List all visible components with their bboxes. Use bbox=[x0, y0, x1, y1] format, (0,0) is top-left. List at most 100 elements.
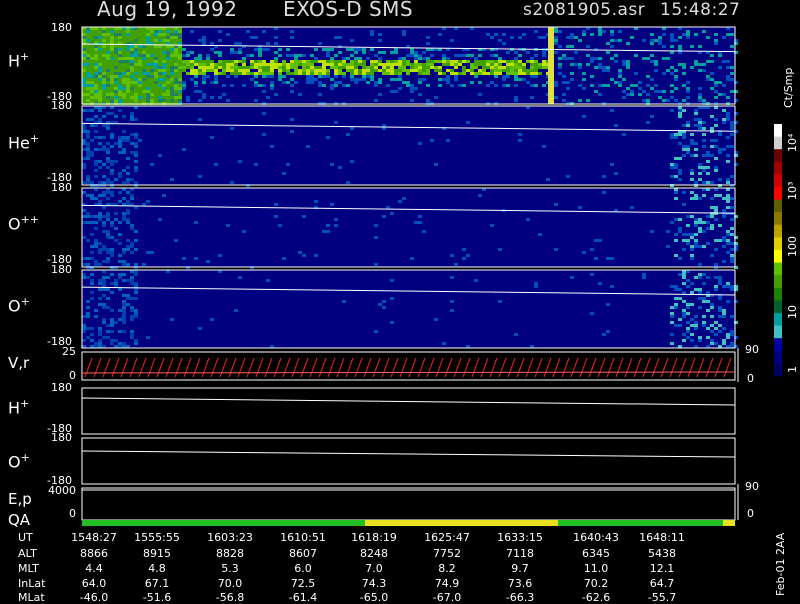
vr-panel-frame bbox=[81, 351, 736, 381]
panel-label-o-plus-plus: O++ bbox=[8, 213, 40, 234]
table-cell: 1625:47 bbox=[424, 531, 470, 544]
table-cell: 1610:51 bbox=[280, 531, 326, 544]
qa-caution-segment-2 bbox=[723, 520, 735, 526]
colorbar-tick-10e4: 10⁴ bbox=[786, 133, 799, 152]
vr-right-tick-top: 90 bbox=[745, 343, 759, 356]
table-cell: 72.5 bbox=[290, 577, 316, 590]
colorbar-swatch bbox=[774, 124, 782, 138]
colorbar-swatch bbox=[774, 212, 782, 226]
ep-panel-label: E,p bbox=[8, 490, 32, 508]
table-cell: 7118 bbox=[506, 547, 534, 560]
table-cell: 64.7 bbox=[649, 577, 675, 590]
colorbar-tick-1: 1 bbox=[786, 366, 799, 373]
colorbar-title: Ct/Smp bbox=[782, 67, 795, 108]
table-cell: -66.3 bbox=[505, 591, 535, 604]
row-label-inlat: InLat bbox=[18, 577, 46, 590]
colorbar-tick-10: 10 bbox=[786, 305, 799, 319]
qa-panel-label: QA bbox=[8, 511, 31, 529]
colorbar-swatch bbox=[774, 338, 782, 352]
panel-o-tick-top: 180 bbox=[51, 263, 72, 276]
qa-tick-left: 0 bbox=[69, 507, 76, 520]
line-panel-label-h-plus: H+ bbox=[8, 397, 30, 418]
table-cell: -51.6 bbox=[142, 591, 172, 604]
colorbar-swatch bbox=[774, 275, 782, 289]
table-cell: 8915 bbox=[143, 547, 171, 560]
table-cell: 64.0 bbox=[81, 577, 107, 590]
table-cell: 73.6 bbox=[507, 577, 533, 590]
line-panel-label-o-plus: O+ bbox=[8, 451, 30, 472]
table-cell: 1603:23 bbox=[207, 531, 253, 544]
table-cell: 4.8 bbox=[148, 562, 166, 575]
table-cell: 74.9 bbox=[434, 577, 460, 590]
table-cell: 1548:27 bbox=[71, 531, 117, 544]
table-cell: -67.0 bbox=[432, 591, 462, 604]
row-label-mlat: MLat bbox=[18, 591, 45, 604]
panel-label-he-plus: He+ bbox=[8, 132, 40, 153]
table-cell: -56.8 bbox=[215, 591, 245, 604]
panel-h-tick-top: 180 bbox=[51, 21, 72, 34]
table-cell: 8607 bbox=[289, 547, 317, 560]
table-cell: -62.6 bbox=[581, 591, 611, 604]
colorbar-swatch bbox=[774, 136, 782, 150]
colorbar-swatch bbox=[774, 262, 782, 276]
line-panel-o-frame bbox=[81, 437, 736, 485]
spectrogram-panel-1 bbox=[81, 106, 738, 187]
panel-oo-tick-top: 180 bbox=[51, 181, 72, 194]
vr-right-tick-zero: 0 bbox=[747, 372, 754, 385]
colorbar-swatch bbox=[774, 363, 782, 377]
row-label-mlt: MLT bbox=[18, 562, 39, 575]
table-cell: 5.3 bbox=[221, 562, 239, 575]
table-cell: 8.2 bbox=[438, 562, 456, 575]
table-cell: 5438 bbox=[648, 547, 676, 560]
panel-he-tick-top: 180 bbox=[51, 99, 72, 112]
table-cell: 1640:43 bbox=[573, 531, 619, 544]
colorbar-swatch bbox=[774, 187, 782, 201]
vr-tick-top: 25 bbox=[62, 345, 76, 358]
table-cell: 8828 bbox=[216, 547, 244, 560]
table-cell: 6.0 bbox=[294, 562, 312, 575]
colorbar-tick-100: 100 bbox=[786, 236, 799, 257]
table-cell: 1633:15 bbox=[497, 531, 543, 544]
vr-panel-label: V,r bbox=[8, 354, 30, 372]
table-cell: 7752 bbox=[433, 547, 461, 560]
colorbar-swatch bbox=[774, 174, 782, 188]
ep-right-tick-zero: 0 bbox=[747, 507, 754, 520]
ep-right-tick-top: 90 bbox=[745, 480, 759, 493]
table-cell: -61.4 bbox=[288, 591, 318, 604]
table-cell: 7.0 bbox=[365, 562, 383, 575]
table-cell: 12.1 bbox=[649, 562, 675, 575]
colorbar-swatch bbox=[774, 287, 782, 301]
table-cell: 6345 bbox=[582, 547, 610, 560]
table-cell: 8866 bbox=[80, 547, 108, 560]
ep-panel-frame bbox=[81, 487, 736, 521]
colorbar-swatch bbox=[774, 149, 782, 163]
table-cell: 1555:55 bbox=[134, 531, 180, 544]
table-cell: 8248 bbox=[360, 547, 388, 560]
table-cell: 1618:19 bbox=[351, 531, 397, 544]
table-cell: 70.0 bbox=[217, 577, 243, 590]
panel-label-o-plus: O+ bbox=[8, 295, 30, 316]
colorbar-swatch bbox=[774, 350, 782, 364]
table-cell: 1648:11 bbox=[639, 531, 685, 544]
table-cell: 74.3 bbox=[361, 577, 387, 590]
table-cell: -46.0 bbox=[79, 591, 109, 604]
vr-tick-zero: 0 bbox=[69, 369, 76, 382]
spectrogram-panel-0 bbox=[81, 27, 738, 105]
footer-note: Feb-01 2AA bbox=[774, 532, 787, 596]
ep-tick-left: 4000 bbox=[48, 484, 76, 497]
spectrogram-plot bbox=[81, 26, 782, 526]
colorbar-swatch bbox=[774, 325, 782, 339]
table-cell: 9.7 bbox=[511, 562, 529, 575]
table-cell: 4.4 bbox=[85, 562, 103, 575]
colorbar-swatch bbox=[774, 224, 782, 238]
qa-good-segment-2 bbox=[558, 520, 723, 526]
table-cell: 70.2 bbox=[583, 577, 609, 590]
line-panel-h-frame bbox=[81, 387, 736, 435]
spectrogram-panel-2 bbox=[81, 188, 738, 269]
spectrogram-panel-3 bbox=[81, 270, 738, 348]
colorbar-swatch bbox=[774, 199, 782, 213]
row-label-ut: UT bbox=[18, 531, 33, 544]
table-cell: 67.1 bbox=[144, 577, 170, 590]
table-cell: -65.0 bbox=[359, 591, 389, 604]
colorbar-swatch bbox=[774, 161, 782, 175]
